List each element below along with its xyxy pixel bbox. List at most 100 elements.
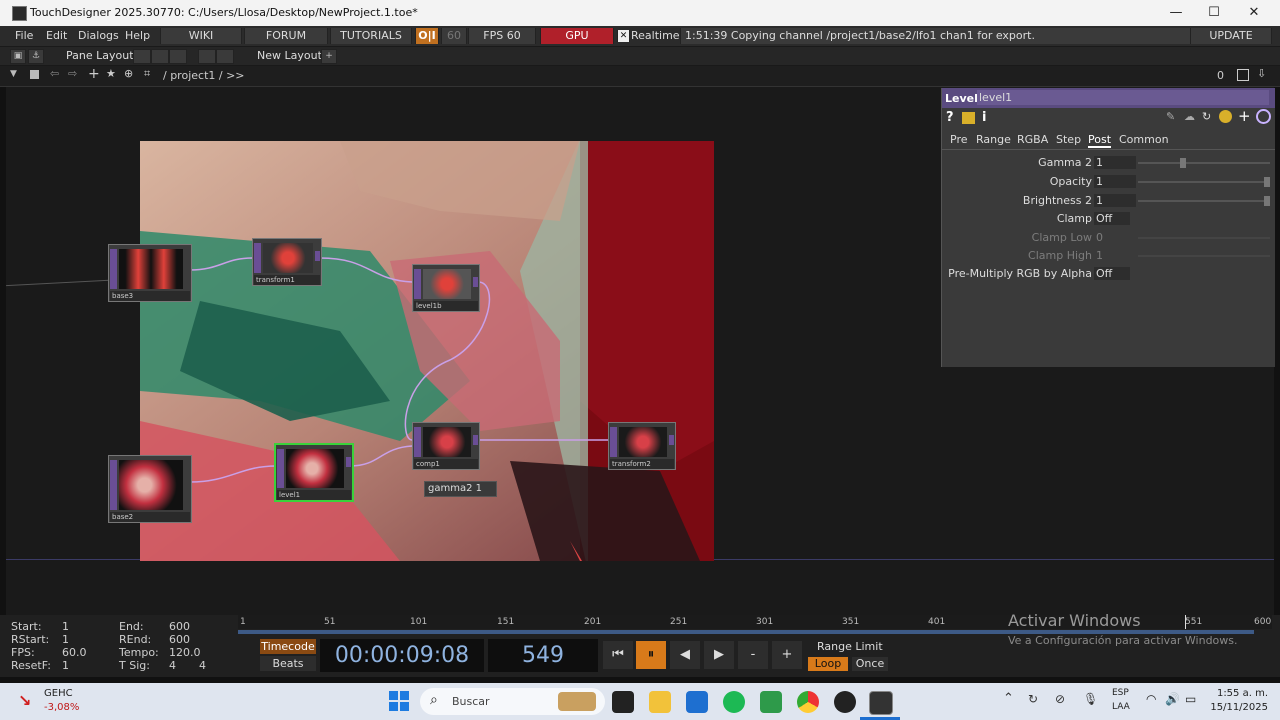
operator-name-field[interactable]: level1 [977,90,1269,105]
chrome-icon[interactable] [797,691,819,713]
ruler-tick: 201 [584,617,602,627]
tab-common[interactable]: Common [1119,133,1169,146]
pause-button[interactable]: ⏸ [636,641,666,669]
node-outlet[interactable] [473,435,478,445]
node-inlet[interactable] [610,427,617,457]
param-slider[interactable] [1138,162,1270,164]
target-icon[interactable] [1256,109,1271,124]
param-row-clamp-high: Clamp High 1 [942,249,1275,265]
tab-step[interactable]: Step [1056,133,1081,146]
tsig-numerator[interactable]: 4 [169,659,176,672]
tsig-denominator[interactable]: 4 [199,659,206,672]
node-outlet[interactable] [669,435,674,445]
tab-range[interactable]: Range [976,133,1011,146]
volume-icon[interactable]: 🔊 [1165,692,1180,706]
param-slider [1138,237,1270,239]
slider-handle[interactable] [1264,196,1270,206]
start-value[interactable]: 1 [62,620,69,633]
node-inlet[interactable] [110,249,117,289]
slider-handle[interactable] [1264,177,1270,187]
network-off-icon[interactable]: ⊘ [1055,692,1065,706]
clock-time[interactable]: 1:55 a. m. [1212,688,1268,699]
decrement-button[interactable]: - [738,641,768,669]
param-slider[interactable] [1138,181,1270,183]
language-icon[interactable] [1219,110,1232,123]
touchdesigner-taskbar-icon[interactable] [869,691,893,715]
wifi-icon[interactable]: ◠ [1146,692,1156,706]
param-row-clamp: Clamp Off [942,212,1275,228]
frame-display[interactable]: 549 [488,639,598,672]
once-button[interactable]: Once [852,657,888,671]
stock-name[interactable]: GEHC [44,688,73,699]
param-toggle[interactable]: Off [1094,267,1130,280]
param-toggle[interactable]: Off [1094,212,1130,225]
language-bottom: LAA [1112,702,1130,712]
node-level1[interactable]: level1 [274,443,354,502]
rstart-value[interactable]: 1 [62,633,69,646]
sync-icon[interactable]: ↻ [1028,692,1038,706]
param-row-opacity: Opacity 1 [942,175,1275,191]
param-value-field[interactable]: 1 [1094,156,1136,169]
recording-app-icon[interactable] [834,691,856,713]
node-inlet[interactable] [414,427,421,457]
step-back-button[interactable]: ◀ [670,641,700,669]
node-base3[interactable]: base3 [108,244,192,302]
search-placeholder: Buscar [452,695,490,708]
python-help-icon[interactable] [962,112,975,124]
node-label: transform2 [610,459,674,469]
ruler-tick: 51 [324,617,336,627]
node-outlet[interactable] [473,277,478,287]
green-app-icon[interactable] [760,691,782,713]
help-icon[interactable]: ? [946,110,954,125]
add-parameter-icon[interactable]: + [1238,107,1251,125]
tab-pre[interactable]: Pre [950,133,968,146]
range-limit-label: Range Limit [817,640,883,653]
node-outlet[interactable] [346,457,351,467]
node-inlet[interactable] [254,243,261,273]
param-value-field[interactable]: 1 [1094,175,1136,188]
task-view-icon[interactable] [612,691,634,713]
node-inlet[interactable] [110,460,117,510]
battery-icon[interactable]: ▭ [1185,692,1196,706]
node-inlet[interactable] [277,449,284,488]
timecode-mode-button[interactable]: Timecode [260,639,316,654]
loop-button[interactable]: Loop [808,657,848,671]
file-explorer-icon[interactable] [649,691,671,713]
spotify-icon[interactable] [723,691,745,713]
node-transform2[interactable]: transform2 [608,422,676,470]
end-value[interactable]: 600 [169,620,190,633]
timecode-display[interactable]: 00:00:09:08 [320,639,484,672]
slider-handle[interactable] [1180,158,1186,168]
node-transform1[interactable]: transform1 [252,238,322,286]
node-comp1[interactable]: comp1 [412,422,480,470]
stock-down-icon[interactable]: ↘ [18,691,31,710]
comment-icon[interactable]: ☁ [1184,110,1195,123]
language-top[interactable]: ESP [1112,688,1129,698]
reset-icon[interactable]: ↻ [1202,110,1211,123]
tempo-value[interactable]: 120.0 [169,646,201,659]
resetf-value[interactable]: 1 [62,659,69,672]
tsig-label: T Sig: [119,659,150,672]
edit-icon[interactable]: ✎ [1166,110,1175,123]
increment-button[interactable]: + [772,641,802,669]
beats-mode-button[interactable]: Beats [260,656,316,671]
fps-value[interactable]: 60.0 [62,646,87,659]
tab-post[interactable]: Post [1088,133,1112,148]
store-icon[interactable] [686,691,708,713]
node-inlet[interactable] [414,269,421,299]
node-outlet[interactable] [315,251,320,261]
microphone-icon[interactable]: 🎙 [1083,692,1098,706]
playhead[interactable] [1185,615,1186,629]
node-level1b[interactable]: level1b [412,264,480,312]
rend-value[interactable]: 600 [169,633,190,646]
chevron-up-icon[interactable]: ⌃ [1003,691,1014,706]
rewind-button[interactable]: ⏮ [603,641,633,669]
tab-rgba[interactable]: RGBA [1017,133,1048,146]
param-slider[interactable] [1138,200,1270,202]
step-forward-button[interactable]: ▶ [704,641,734,669]
info-icon[interactable]: i [982,110,986,125]
windows-start-icon[interactable] [389,691,409,711]
node-base2[interactable]: base2 [108,455,192,523]
taskbar-search-box[interactable]: ⌕ Buscar [420,688,605,715]
param-value-field[interactable]: 1 [1094,194,1136,207]
